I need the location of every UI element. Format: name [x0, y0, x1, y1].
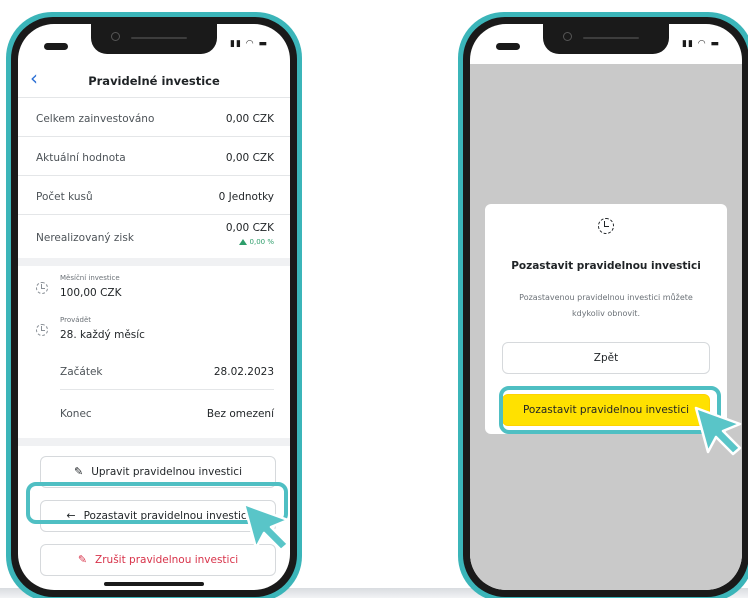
pointer-cursor-icon — [242, 502, 290, 552]
summary-value: 0 Jednotky — [218, 191, 274, 203]
right-phone: ▮▮ ◠ ▬ Pozastavit pravidelnou investici … — [458, 12, 748, 598]
phone-bezel: ▮▮ ◠ ▬ Pozastavit pravidelnou investici … — [463, 17, 748, 597]
confirm-pause-button[interactable]: Pozastavit pravidelnou investici — [502, 394, 710, 426]
edit-button-label: Upravit pravidelnou investici — [91, 466, 242, 478]
summary-label: Aktuální hodnota — [36, 152, 126, 164]
status-time-pill — [496, 43, 520, 50]
summary-value: 0,00 CZK — [225, 222, 274, 234]
up-triangle-icon — [238, 239, 247, 245]
summary-row: Počet kusů 0 Jednotky — [18, 177, 290, 215]
pencil-icon: ✎ — [77, 553, 88, 566]
end-label: Konec — [60, 408, 92, 420]
status-time-pill — [44, 43, 68, 50]
summary-label: Počet kusů — [36, 191, 93, 203]
summary-row: Nerealizovaný zisk 0,00 CZK 0,00 % — [18, 216, 290, 258]
back-button[interactable]: Zpět — [502, 342, 710, 374]
section-divider — [18, 258, 290, 266]
cancel-button-label: Zrušit pravidelnou investici — [95, 554, 239, 566]
home-indicator — [104, 582, 204, 586]
execute-day: Provádět 28. každý měsíc — [18, 310, 290, 354]
start-row: Začátek 28.02.2023 — [60, 352, 274, 390]
pencil-icon: ✎ — [73, 465, 84, 478]
arrow-left-icon: ← — [66, 509, 76, 522]
page-title: Pravidelné investice — [88, 74, 220, 88]
status-icons: ▮▮ ◠ ▬ — [230, 39, 268, 49]
summary-value: 0,00 CZK — [225, 113, 274, 125]
execute-value: 28. každý měsíc — [60, 329, 145, 341]
summary-row: Celkem zainvestováno 0,00 CZK — [18, 99, 290, 137]
clock-pause-icon — [598, 218, 614, 234]
clock-icon — [36, 282, 48, 294]
summary-value: 0,00 CZK — [225, 152, 274, 164]
end-value: Bez omezení — [206, 408, 274, 420]
gain-badge: 0,00 % — [238, 238, 274, 246]
monthly-investment: Měsíční investice 100,00 CZK — [18, 266, 290, 310]
notch — [543, 24, 669, 54]
summary-row: Aktuální hodnota 0,00 CZK — [18, 138, 290, 176]
nav-bar: ‹ Pravidelné investice — [18, 64, 290, 98]
summary-label: Celkem zainvestováno — [36, 113, 155, 125]
start-label: Začátek — [60, 366, 103, 378]
dialog-description: Pozastavenou pravidelnou investici můžet… — [519, 293, 693, 318]
gain-percent: 0,00 % — [249, 238, 274, 246]
summary-label: Nerealizovaný zisk — [36, 232, 134, 244]
clock-icon — [36, 324, 48, 336]
status-icons: ▮▮ ◠ ▬ — [682, 39, 720, 49]
monthly-label: Měsíční investice — [60, 274, 120, 282]
edit-investment-button[interactable]: ✎ Upravit pravidelnou investici — [40, 456, 276, 488]
section-divider — [18, 438, 290, 446]
right-screen: ▮▮ ◠ ▬ Pozastavit pravidelnou investici … — [470, 24, 742, 590]
pause-dialog: Pozastavit pravidelnou investici Pozasta… — [485, 204, 727, 434]
monthly-value: 100,00 CZK — [60, 287, 122, 299]
execute-label: Provádět — [60, 316, 92, 324]
end-row: Konec Bez omezení — [60, 394, 274, 432]
start-value: 28.02.2023 — [213, 366, 274, 378]
pause-button-label: Pozastavit pravidelnou investici — [83, 510, 250, 522]
notch — [91, 24, 217, 54]
pointer-cursor-icon — [694, 406, 742, 456]
dialog-title: Pozastavit pravidelnou investici — [511, 260, 701, 272]
